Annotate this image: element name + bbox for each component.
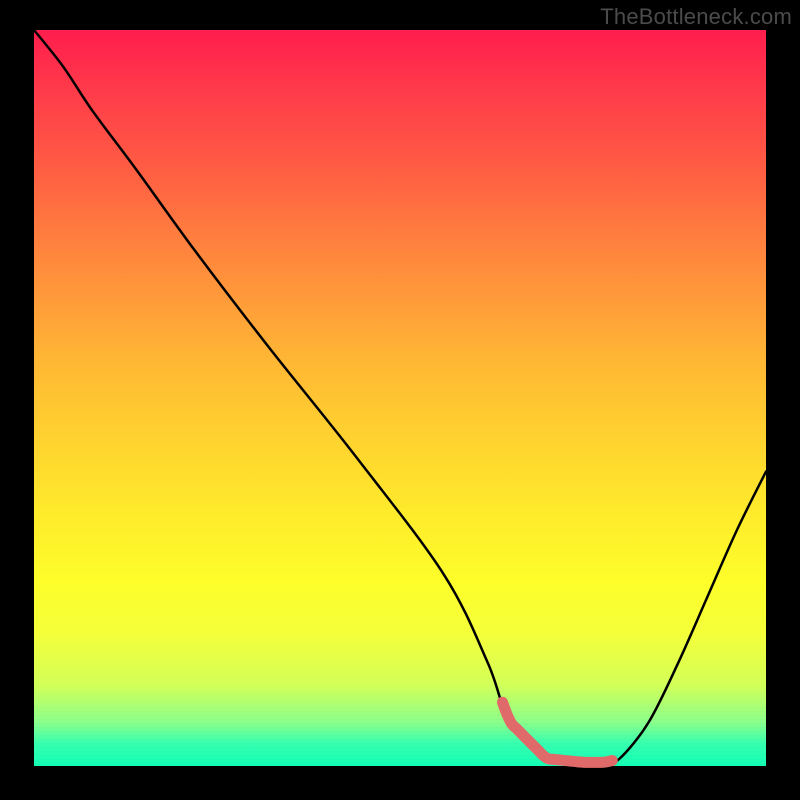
attribution-text: TheBottleneck.com xyxy=(600,4,792,30)
bottleneck-curve xyxy=(34,30,766,763)
plot-area xyxy=(34,30,766,766)
optimal-highlight xyxy=(502,702,612,762)
frame: TheBottleneck.com xyxy=(0,0,800,800)
chart-svg xyxy=(34,30,766,766)
